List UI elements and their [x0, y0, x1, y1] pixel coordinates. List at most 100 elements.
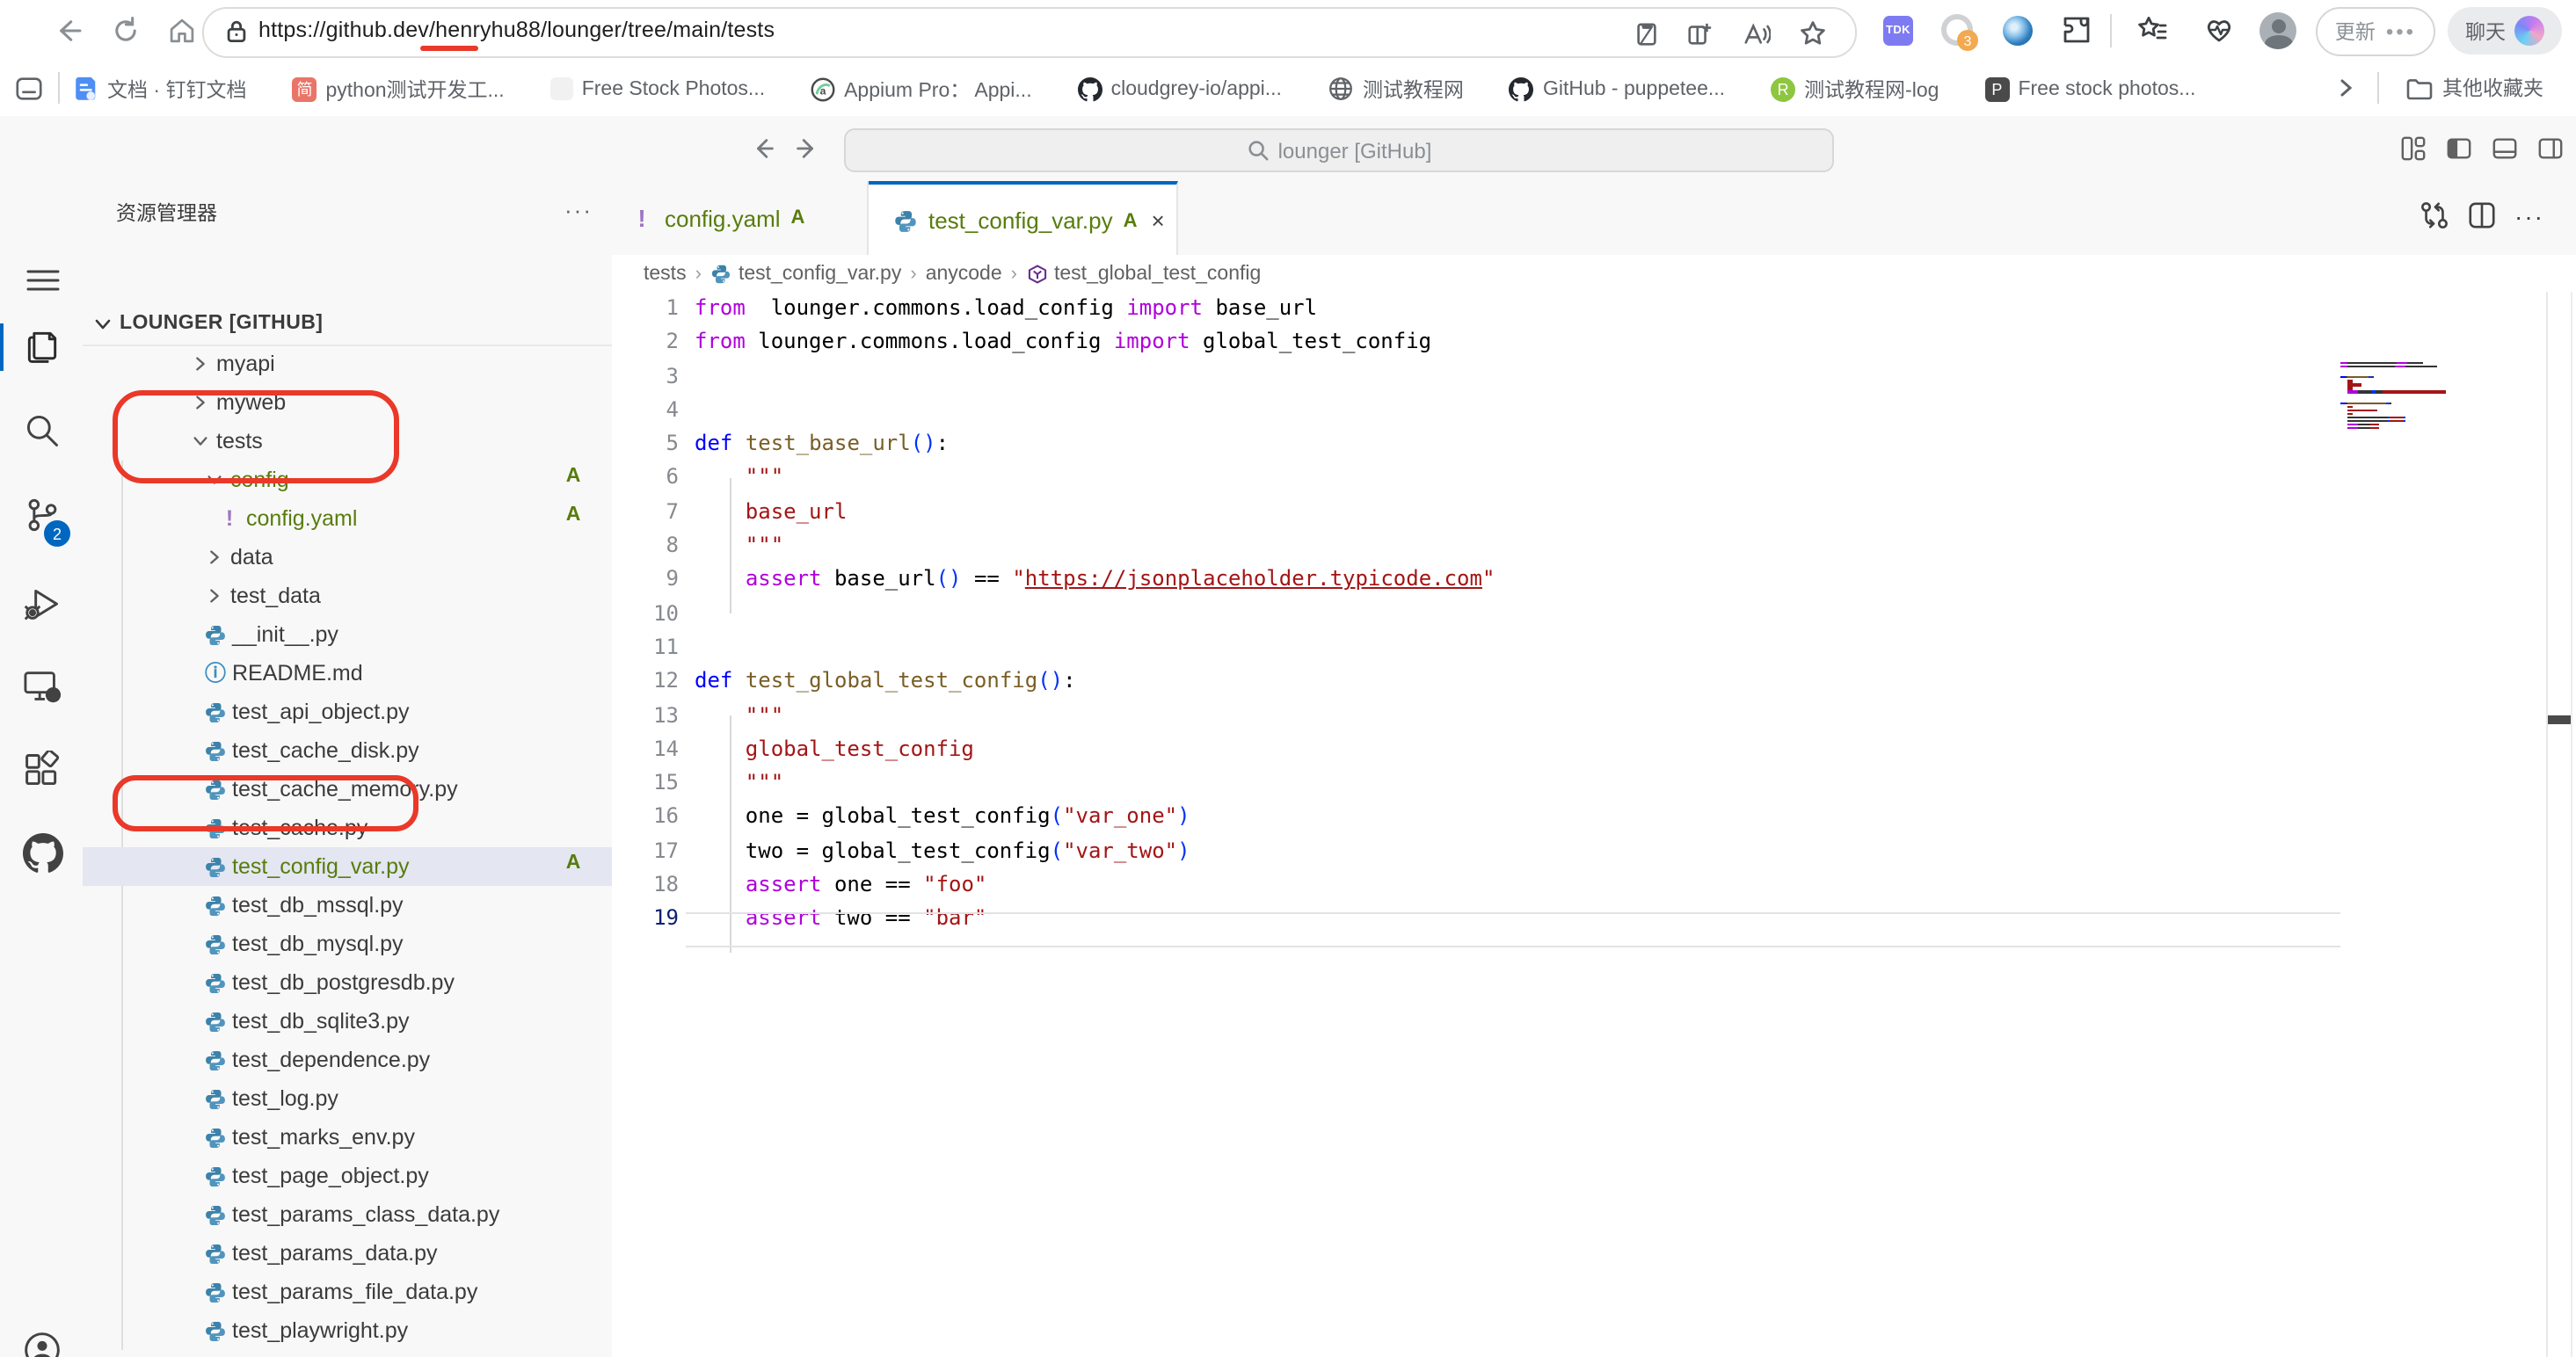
code-line-10[interactable]: 10	[612, 597, 2576, 631]
back-icon[interactable]	[49, 11, 88, 49]
tree-file-test_params_file_data.py[interactable]: test_params_file_data.py	[83, 1273, 612, 1311]
tree-root-row[interactable]: LOUNGER [GITHUB]	[83, 306, 612, 346]
tree-file-test_config_var.py[interactable]: test_config_var.pyA	[83, 847, 612, 886]
read-aloud-icon[interactable]	[1739, 16, 1774, 51]
code-line-9[interactable]: 9 assert base_url() == "https://jsonplac…	[612, 563, 2576, 598]
editor-more-actions-icon[interactable]: ···	[2514, 201, 2544, 229]
bookmark-item[interactable]: aAppium Pro： Appi...	[811, 75, 1032, 103]
sidebar-more-actions-icon[interactable]: ···	[557, 188, 600, 230]
tree-file-test_playwright.py[interactable]: test_playwright.py	[83, 1311, 612, 1350]
github-view-icon[interactable]	[21, 831, 63, 874]
breadcrumb-item-anycode[interactable]: anycode	[926, 263, 1002, 284]
command-center-search[interactable]: lounger [GitHub]	[844, 128, 1834, 172]
open-changes-icon[interactable]	[2420, 200, 2449, 230]
code-line-13[interactable]: 13 """	[612, 699, 2576, 733]
bookmark-item[interactable]: Free Stock Photos...	[550, 77, 765, 100]
toggle-primary-sidebar-icon[interactable]	[2442, 132, 2474, 163]
split-editor-icon[interactable]	[2467, 200, 2497, 230]
chat-button[interactable]: 聊天	[2448, 7, 2562, 54]
lock-icon[interactable]	[225, 19, 248, 44]
update-button[interactable]: 更新 •••	[2316, 7, 2435, 56]
code-line-1[interactable]: 1from lounger.commons.load_config import…	[612, 292, 2576, 326]
tab-test_config_var.py[interactable]: test_config_var.pyA×	[869, 181, 1178, 257]
browser-essentials-icon[interactable]	[2200, 11, 2238, 49]
tree-file-test_page_object.py[interactable]: test_page_object.py	[83, 1157, 612, 1195]
search-view-icon[interactable]	[21, 410, 63, 452]
code-line-11[interactable]: 11	[612, 631, 2576, 665]
toggle-panel-icon[interactable]	[2488, 132, 2520, 163]
url-text[interactable]: https://github.dev/henryhu88/lounger/tre…	[258, 18, 775, 42]
code-line-17[interactable]: 17 two = global_test_config("var_two")	[612, 835, 2576, 869]
other-favorites-folder[interactable]: 其他收藏夹	[2405, 74, 2543, 102]
tree-file-__init__.py[interactable]: __init__.py	[83, 615, 612, 654]
code-line-14[interactable]: 14 global_test_config	[612, 733, 2576, 767]
reload-icon[interactable]	[106, 11, 144, 49]
explorer-icon[interactable]	[21, 325, 63, 367]
bookmark-item[interactable]: cloudgrey-io/appi...	[1078, 76, 1282, 101]
split-screen-icon[interactable]	[1681, 16, 1716, 51]
tab-config.yaml[interactable]: !config.yamlA	[612, 181, 869, 255]
code-line-8[interactable]: 8 """	[612, 529, 2576, 563]
breadcrumb-item-tests[interactable]: tests	[644, 263, 687, 284]
close-icon[interactable]: ×	[1152, 207, 1165, 234]
minimap[interactable]	[2340, 362, 2463, 431]
code-editor[interactable]: 1from lounger.commons.load_config import…	[612, 292, 2576, 1357]
tree-file-test_log.py[interactable]: test_log.py	[83, 1079, 612, 1118]
bookmarks-panel-icon[interactable]	[14, 74, 44, 104]
vscode-back-icon[interactable]	[746, 130, 781, 165]
code-line-18[interactable]: 18 assert one == "foo"	[612, 868, 2576, 903]
tree-file-test_db_mysql.py[interactable]: test_db_mysql.py	[83, 925, 612, 963]
tree-file-test_params_data.py[interactable]: test_params_data.py	[83, 1234, 612, 1273]
run-debug-icon[interactable]	[21, 584, 63, 626]
breadcrumb-item-test_config_var.py[interactable]: test_config_var.py	[710, 263, 901, 284]
tree-folder-test_data[interactable]: test_data	[83, 577, 612, 615]
bookmark-item[interactable]: R测试教程网-log	[1771, 75, 1939, 103]
code-line-2[interactable]: 2from lounger.commons.load_config import…	[612, 326, 2576, 360]
update-more-icon[interactable]: •••	[2386, 19, 2416, 44]
tree-file-test_marks_env.py[interactable]: test_marks_env.py	[83, 1118, 612, 1157]
code-line-7[interactable]: 7 base_url	[612, 496, 2576, 530]
favorites-list-icon[interactable]	[2133, 11, 2172, 49]
tree-file-test_db_mssql.py[interactable]: test_db_mssql.py	[83, 886, 612, 925]
code-line-19[interactable]: 19 assert two == "bar"	[612, 903, 2576, 937]
tree-folder-myapi[interactable]: myapi	[83, 345, 612, 383]
profile-avatar[interactable]	[2259, 12, 2296, 49]
bookmarks-overflow-chevron-icon[interactable]	[2335, 77, 2356, 98]
bookmark-item[interactable]: 测试教程网	[1328, 75, 1464, 103]
customize-layout-icon[interactable]	[2397, 132, 2428, 163]
send-to-device-icon[interactable]	[1628, 16, 1663, 51]
tree-file-test_api_object.py[interactable]: test_api_object.py	[83, 693, 612, 731]
extensions-view-icon[interactable]	[21, 749, 63, 791]
toggle-secondary-sidebar-icon[interactable]	[2534, 132, 2565, 163]
tdk-extension-icon[interactable]: TDK	[1883, 16, 1913, 46]
code-line-12[interactable]: 12def test_global_test_config():	[612, 665, 2576, 700]
bookmark-item[interactable]: 简python测试开发工...	[292, 75, 504, 103]
code-line-16[interactable]: 16 one = global_test_config("var_one")	[612, 801, 2576, 835]
extensions-puzzle-icon[interactable]	[2057, 11, 2096, 49]
code-line-3[interactable]: 3	[612, 359, 2576, 394]
code-line-4[interactable]: 4	[612, 394, 2576, 428]
tree-file-test_db_postgresdb.py[interactable]: test_db_postgresdb.py	[83, 963, 612, 1002]
bookmark-item[interactable]: PFree stock photos...	[1984, 76, 2195, 101]
browser-extension-icon[interactable]	[2003, 16, 2033, 46]
breadcrumb-item-test_global_test_config[interactable]: test_global_test_config	[1026, 263, 1261, 284]
bookmark-item[interactable]: GitHub - puppetee...	[1510, 76, 1725, 101]
code-line-6[interactable]: 6 """	[612, 461, 2576, 496]
bookmark-item[interactable]: 文档 · 钉钉文档	[74, 75, 246, 103]
account-icon[interactable]	[21, 1329, 63, 1357]
code-line-15[interactable]: 15 """	[612, 766, 2576, 801]
tree-file-test_db_sqlite3.py[interactable]: test_db_sqlite3.py	[83, 1002, 612, 1041]
tree-file-config.yaml[interactable]: !config.yamlA	[83, 499, 612, 538]
vscode-forward-icon[interactable]	[788, 130, 823, 165]
address-bar[interactable]: https://github.dev/henryhu88/lounger/tre…	[202, 7, 1857, 58]
home-icon[interactable]	[162, 11, 200, 49]
tree-file-test_params_class_data.py[interactable]: test_params_class_data.py	[83, 1195, 612, 1234]
remote-explorer-icon[interactable]: ××	[21, 666, 63, 708]
favorite-star-icon[interactable]	[1795, 16, 1830, 51]
tree-folder-data[interactable]: data	[83, 538, 612, 577]
tree-file-test_cache_disk.py[interactable]: test_cache_disk.py	[83, 731, 612, 770]
tree-file-README.md[interactable]: ⓘREADME.md	[83, 654, 612, 693]
tree-file-test_dependence.py[interactable]: test_dependence.py	[83, 1041, 612, 1079]
code-line-5[interactable]: 5def test_base_url():	[612, 427, 2576, 461]
menu-hamburger-icon[interactable]	[21, 258, 63, 301]
